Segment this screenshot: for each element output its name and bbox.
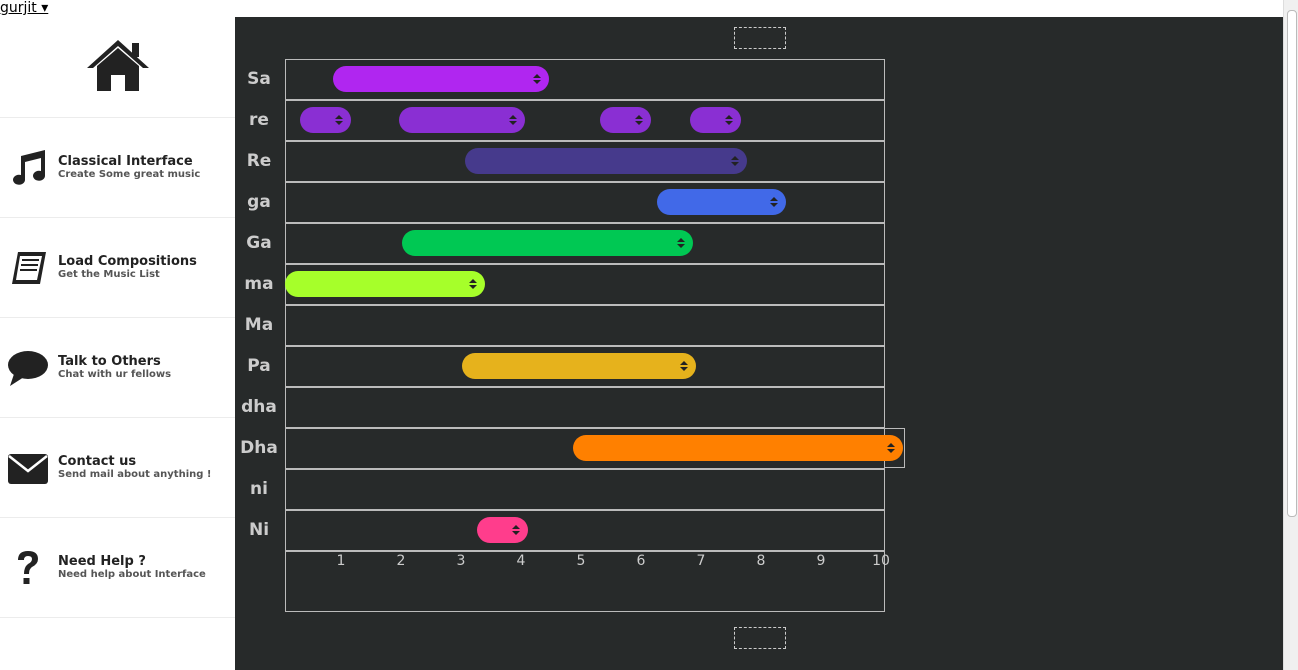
note-bar-re[interactable] xyxy=(600,107,651,133)
resize-arrows-icon[interactable] xyxy=(333,114,345,126)
nav-subtitle: Chat with ur fellows xyxy=(58,369,172,380)
note-bar-sa[interactable] xyxy=(333,66,549,92)
x-tick-label: 10 xyxy=(872,553,890,569)
note-bar-ni[interactable] xyxy=(477,517,528,543)
question-icon xyxy=(6,546,50,590)
x-tick-label: 5 xyxy=(576,553,586,569)
nav-need-help[interactable]: Need Help ? Need help about Interface xyxy=(0,518,235,618)
sidebar: Classical Interface Create Some great mu… xyxy=(0,17,235,618)
resize-arrows-icon[interactable] xyxy=(768,196,780,208)
resize-arrows-icon[interactable] xyxy=(507,114,519,126)
nav-talk-to-others[interactable]: Talk to Others Chat with ur fellows xyxy=(0,318,235,418)
row-divider xyxy=(285,550,885,552)
resize-arrows-icon[interactable] xyxy=(467,278,479,290)
home-icon xyxy=(85,37,151,97)
x-tick-label: 6 xyxy=(636,553,646,569)
composer-panel: Sa re Re ga Ga ma Ma Pa dha Dha ni Ni 1 2 3 4 5 6 7 8 9 10 xyxy=(235,17,1284,670)
note-label: ni xyxy=(250,479,268,499)
page-scrollbar[interactable] xyxy=(1283,0,1298,670)
note-bar-dha[interactable] xyxy=(573,435,903,461)
note-label: Re xyxy=(246,151,272,171)
nav-subtitle: Create Some great music xyxy=(58,169,201,180)
x-tick-label: 4 xyxy=(516,553,526,569)
user-menu[interactable]: gurjit ▾ xyxy=(0,0,48,16)
note-label: Pa xyxy=(247,356,271,376)
scrollbar-thumb[interactable] xyxy=(1287,10,1297,517)
resize-arrows-icon[interactable] xyxy=(675,237,687,249)
chat-bubble-icon xyxy=(6,346,50,390)
home-button[interactable] xyxy=(0,17,235,118)
resize-arrows-icon[interactable] xyxy=(633,114,645,126)
resize-arrows-icon[interactable] xyxy=(729,155,741,167)
note-bar-pa[interactable] xyxy=(462,353,696,379)
row-divider xyxy=(285,140,885,142)
drop-zone-top[interactable] xyxy=(734,27,786,49)
envelope-icon xyxy=(6,446,50,490)
row-divider xyxy=(285,181,885,183)
resize-arrows-icon[interactable] xyxy=(885,442,897,454)
nav-title: Load Compositions xyxy=(58,254,197,269)
resize-arrows-icon[interactable] xyxy=(531,73,543,85)
x-tick-label: 3 xyxy=(456,553,466,569)
note-label: Sa xyxy=(247,69,271,89)
nav-load-compositions[interactable]: Load Compositions Get the Music List xyxy=(0,218,235,318)
nav-contact-us[interactable]: Contact us Send mail about anything ! xyxy=(0,418,235,518)
nav-title: Classical Interface xyxy=(58,154,193,169)
resize-arrows-icon[interactable] xyxy=(678,360,690,372)
nav-title: Talk to Others xyxy=(58,354,161,369)
row-divider xyxy=(285,263,885,265)
x-tick-label: 9 xyxy=(816,553,826,569)
nav-subtitle: Send mail about anything ! xyxy=(58,469,212,480)
row-divider xyxy=(285,304,885,306)
note-label: Ni xyxy=(248,520,270,540)
note-bar-re[interactable] xyxy=(399,107,525,133)
note-bar-re[interactable] xyxy=(690,107,741,133)
row-divider xyxy=(285,427,885,429)
note-label: re xyxy=(249,110,269,130)
resize-arrows-icon[interactable] xyxy=(510,524,522,536)
row-divider xyxy=(285,345,885,347)
note-label: Ma xyxy=(244,315,274,335)
row-divider xyxy=(285,468,885,470)
x-tick-label: 1 xyxy=(336,553,346,569)
note-bar-re[interactable] xyxy=(300,107,351,133)
row-divider xyxy=(285,222,885,224)
note-label: Dha xyxy=(240,438,278,458)
note-bar-ga[interactable] xyxy=(402,230,693,256)
x-tick-label: 8 xyxy=(756,553,766,569)
row-divider xyxy=(285,509,885,511)
nav-subtitle: Need help about Interface xyxy=(58,569,206,580)
note-label: ma xyxy=(244,274,274,294)
note-label: Ga xyxy=(246,233,272,253)
music-note-icon xyxy=(6,146,50,190)
nav-title: Need Help ? xyxy=(58,554,146,569)
note-bar-ma[interactable] xyxy=(285,271,485,297)
x-tick-label: 2 xyxy=(396,553,406,569)
note-bar-ga[interactable] xyxy=(657,189,786,215)
x-tick-label: 7 xyxy=(696,553,706,569)
nav-classical-interface[interactable]: Classical Interface Create Some great mu… xyxy=(0,118,235,218)
resize-arrows-icon[interactable] xyxy=(723,114,735,126)
nav-title: Contact us xyxy=(58,454,137,469)
note-label: ga xyxy=(247,192,271,212)
nav-subtitle: Get the Music List xyxy=(58,269,160,280)
note-bar-re[interactable] xyxy=(465,148,747,174)
row-divider xyxy=(285,99,885,101)
book-icon xyxy=(6,246,50,290)
row-divider xyxy=(285,386,885,388)
note-label: dha xyxy=(241,397,277,417)
drop-zone-bottom[interactable] xyxy=(734,627,786,649)
